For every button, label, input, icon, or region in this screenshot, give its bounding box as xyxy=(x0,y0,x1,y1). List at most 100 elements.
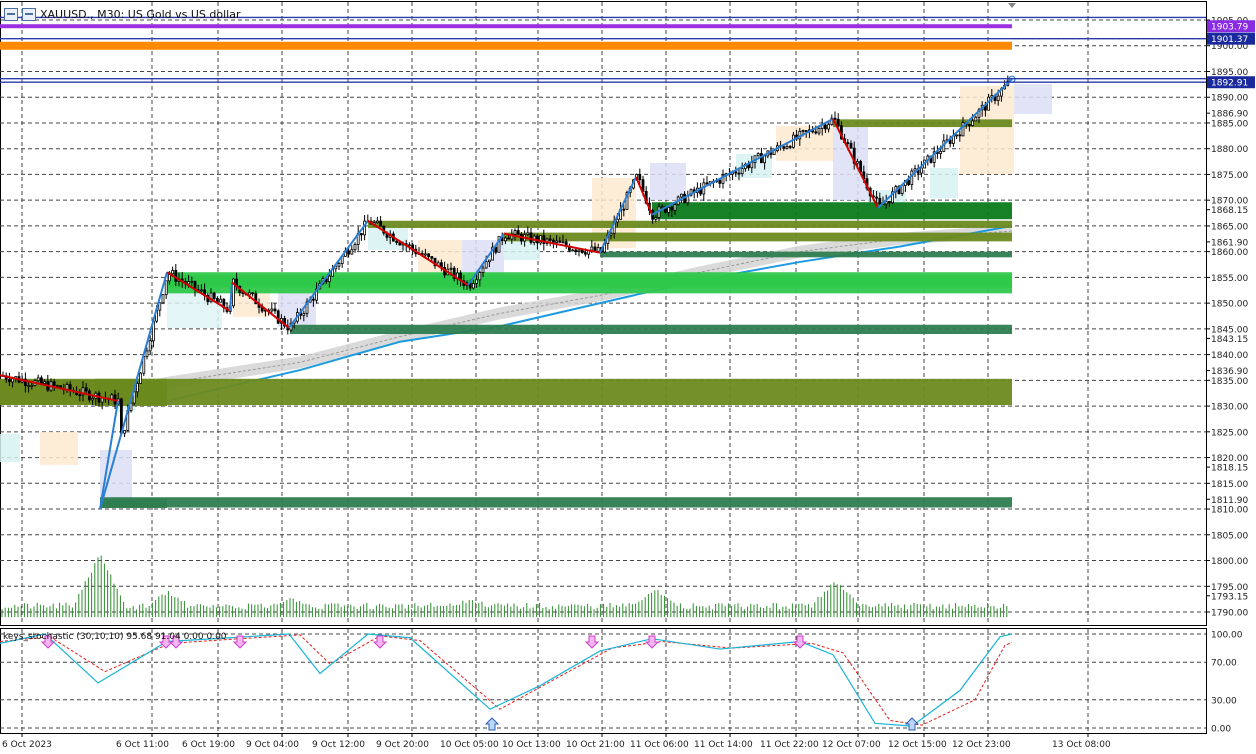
zone xyxy=(368,220,1012,228)
candle-body xyxy=(782,146,786,149)
candle-body xyxy=(609,232,613,236)
candle-body xyxy=(337,263,341,267)
candle-body xyxy=(558,240,562,243)
candle-body xyxy=(705,182,709,185)
candle-body xyxy=(30,385,34,387)
time-tick-label: 13 Oct 08:00 xyxy=(1052,740,1111,750)
price-tick-label: 1865.00 xyxy=(1211,222,1248,232)
time-tick-label: 9 Oct 04:00 xyxy=(246,740,299,750)
candle-body xyxy=(190,280,194,283)
candle-body xyxy=(548,238,552,241)
candle-body xyxy=(516,230,520,235)
time-tick-label: 12 Oct 07:00 xyxy=(822,740,881,750)
time-tick-label: 6 Oct 11:00 xyxy=(116,740,169,750)
candle-body xyxy=(513,230,517,235)
candle-body xyxy=(596,247,600,252)
price-tick-label: 1811.90 xyxy=(1211,496,1248,506)
candle-body xyxy=(574,249,578,252)
chart-menu-icon[interactable] xyxy=(4,7,18,21)
candle-body xyxy=(375,220,379,224)
stoch-tick-label: 30.00 xyxy=(1211,696,1237,706)
time-tick-label: 6 Oct 2023 xyxy=(2,740,52,750)
candle-body xyxy=(40,377,43,384)
candle-body xyxy=(148,340,152,352)
highlight-box xyxy=(833,126,868,200)
level-band-orange xyxy=(0,41,1012,50)
candle-body xyxy=(788,146,792,148)
candle-body xyxy=(36,377,40,382)
candle-body xyxy=(123,429,126,434)
highlight-boxes xyxy=(0,84,1052,508)
price-tick-label: 1820.00 xyxy=(1211,454,1248,464)
candle-body xyxy=(577,249,581,252)
price-tag-label: 1901.37 xyxy=(1211,35,1248,45)
candle-body xyxy=(212,292,216,299)
candle-body xyxy=(110,394,114,400)
candle-body xyxy=(622,208,626,211)
candle-body xyxy=(251,292,255,295)
price-tick-label: 1840.00 xyxy=(1211,351,1248,361)
chart-title: XAUUSD., M30: US Gold vs US dollar xyxy=(40,7,241,21)
candle-body xyxy=(471,283,475,289)
candle-body xyxy=(996,95,1000,101)
candle-body xyxy=(475,279,479,284)
candle-body xyxy=(11,378,15,383)
candle-body xyxy=(827,124,830,130)
stoch-tick-label: 70.00 xyxy=(1211,659,1237,669)
candle-body xyxy=(171,270,175,275)
candle-body xyxy=(359,233,363,236)
candle-body xyxy=(327,275,331,283)
price-tick-label: 1793.15 xyxy=(1211,592,1248,602)
candle-body xyxy=(654,217,658,220)
time-tick-label: 10 Oct 05:00 xyxy=(440,740,499,750)
price-tick-label: 1845.00 xyxy=(1211,325,1248,335)
price-tick-label: 1818.15 xyxy=(1211,464,1248,474)
candle-body xyxy=(552,239,555,243)
candle-body xyxy=(43,381,46,384)
candle-body xyxy=(219,298,223,303)
candle-body xyxy=(718,179,722,184)
candle-body xyxy=(135,383,139,393)
candle-body xyxy=(763,155,766,164)
candle-body xyxy=(379,220,383,227)
candle-body xyxy=(7,378,11,383)
candle-body xyxy=(638,174,642,181)
highlight-box xyxy=(0,434,20,462)
time-tick-label: 9 Oct 12:00 xyxy=(312,740,365,750)
highlight-box xyxy=(368,228,408,250)
time-axis: 6 Oct 2023 6 Oct 11:00 6 Oct 19:00 9 Oct 04… xyxy=(2,733,1111,750)
sell-arrow-icon xyxy=(584,635,600,649)
candle-body xyxy=(398,242,402,246)
candle-body xyxy=(590,246,594,251)
price-tick-label: 1836.90 xyxy=(1211,367,1248,377)
chart-title-bar: XAUUSD., M30: US Gold vs US dollar xyxy=(4,6,240,22)
stoch-tick-label: 100.00 xyxy=(1211,631,1243,641)
candle-body xyxy=(888,201,891,204)
chart-type-icon[interactable] xyxy=(22,7,36,21)
candle-body xyxy=(161,294,165,304)
price-tick-label: 1850.00 xyxy=(1211,300,1248,310)
candle-body xyxy=(199,289,203,292)
buy-arrow-icon xyxy=(904,717,920,731)
candle-body xyxy=(824,124,827,130)
candle-body xyxy=(139,372,143,384)
candle-body xyxy=(833,117,837,120)
candle-body xyxy=(270,308,274,312)
highlight-box xyxy=(960,86,1014,174)
zone xyxy=(833,119,1012,128)
candle-body xyxy=(273,308,277,312)
highlight-box xyxy=(1014,84,1052,114)
candle-body xyxy=(311,298,315,301)
candle-body xyxy=(561,241,565,244)
candle-body xyxy=(737,172,741,175)
time-tick-label: 11 Oct 22:00 xyxy=(760,740,819,750)
time-tick-label: 9 Oct 20:00 xyxy=(376,740,429,750)
candle-body xyxy=(817,128,821,134)
price-tick-label: 1870.00 xyxy=(1211,197,1248,207)
candle-body xyxy=(660,206,664,209)
candle-body xyxy=(836,118,840,127)
candle-body xyxy=(503,237,507,242)
price-tick-label: 1835.00 xyxy=(1211,377,1248,387)
chart-window[interactable]: 1905.001900.001895.001890.001886.901885.… xyxy=(0,0,1256,750)
zone xyxy=(652,202,1012,220)
